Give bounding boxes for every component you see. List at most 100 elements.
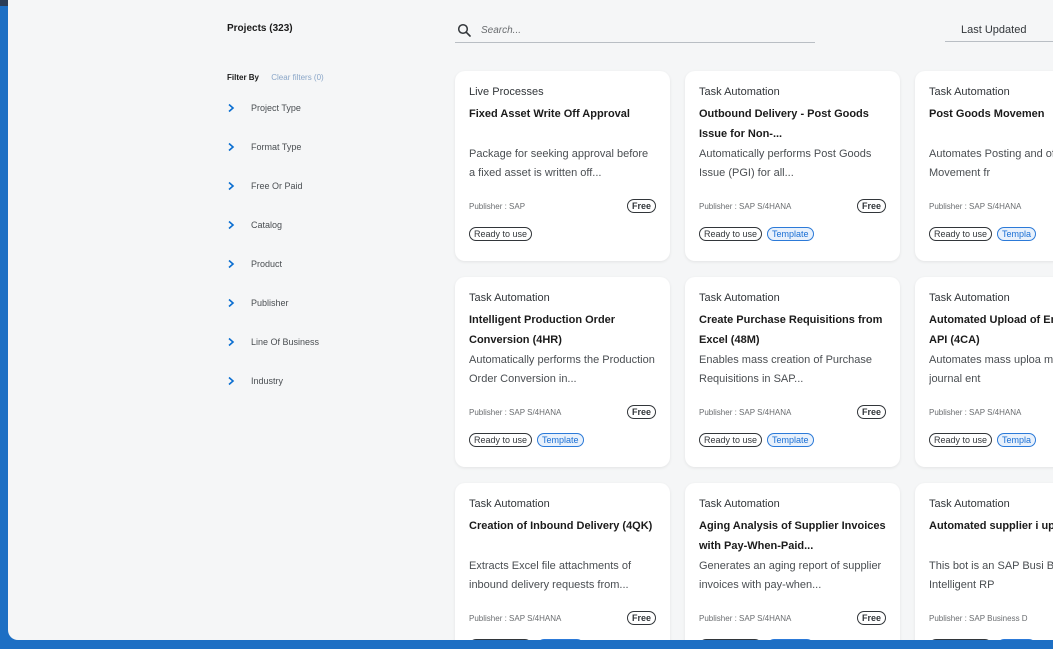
card-category: Task Automation <box>469 498 550 510</box>
card-publisher: Publisher : SAP S/4HANA <box>699 613 792 623</box>
filter-item[interactable]: Industry <box>227 373 283 389</box>
card-title: Fixed Asset Write Off Approval <box>469 108 630 120</box>
sort-select[interactable]: Last Updated <box>945 18 1053 42</box>
ready-to-use-badge: Ready to use <box>469 227 533 241</box>
card-title: Automated Upload of Entries via API (4CA… <box>929 314 1053 346</box>
filter-item[interactable]: Publisher <box>227 295 289 311</box>
template-badge: Template <box>537 433 584 447</box>
ready-to-use-badge: Ready to use <box>699 433 763 447</box>
card-tags: Ready to use Template <box>469 433 584 447</box>
filter-item[interactable]: Product <box>227 256 282 272</box>
filter-header: Filter By Clear filters (0) <box>227 73 324 82</box>
price-badge: Free <box>626 199 656 213</box>
card-publisher-row: Publisher : SAP S/4HANA Free <box>699 610 886 626</box>
card-publisher: Publisher : SAP <box>469 201 526 211</box>
card-tags: Ready to use Templa <box>929 227 1037 241</box>
filter-item-label: Industry <box>251 376 284 386</box>
search-input[interactable]: Search... <box>481 25 521 36</box>
filter-by-label: Filter By <box>227 73 260 82</box>
price-badge: Free <box>626 611 656 625</box>
card-category: Task Automation <box>699 86 780 98</box>
chevron-right-icon <box>228 259 235 269</box>
filter-item-label: Project Type <box>251 103 301 113</box>
price-badge: Free <box>626 405 656 419</box>
card-publisher-row: Publisher : SAP S/4HANA <box>929 198 1053 214</box>
filter-item-label: Publisher <box>251 298 289 308</box>
card-title: Outbound Delivery - Post Goods Issue for… <box>699 108 869 140</box>
chevron-right-icon <box>228 220 235 230</box>
card-publisher-row: Publisher : SAP Business D <box>929 610 1053 626</box>
card-description: Package for seeking approval before a fi… <box>469 148 649 179</box>
card-title: Intelligent Production Order Conversion … <box>469 314 616 346</box>
card-title: Automated supplier i upload (1R1) <box>929 520 1053 532</box>
template-badge: Template <box>767 433 814 447</box>
card-category: Task Automation <box>699 498 780 510</box>
project-card[interactable]: Task Automation Creation of Inbound Deliv… <box>455 483 670 640</box>
card-tags: Ready to use Template <box>699 227 814 241</box>
project-card[interactable]: Task Automation Intelligent Production Or… <box>455 277 670 467</box>
filter-item-label: Line Of Business <box>251 337 320 347</box>
price-badge: Free <box>856 199 886 213</box>
project-card[interactable]: Task Automation Outbound Delivery - Post … <box>685 71 900 261</box>
project-card[interactable]: Live Processes Fixed Asset Write Off Appr… <box>455 71 670 261</box>
card-publisher: Publisher : SAP S/4HANA <box>929 201 1022 211</box>
filter-item[interactable]: Free Or Paid <box>227 178 303 194</box>
card-description: Automates Posting and of Goods Movement … <box>929 148 1053 179</box>
search-icon <box>457 23 471 37</box>
filter-item[interactable]: Line Of Business <box>227 334 319 350</box>
card-publisher: Publisher : SAP S/4HANA <box>699 201 792 211</box>
chevron-right-icon <box>228 181 235 191</box>
bottom-strip <box>0 640 1053 649</box>
project-card[interactable]: Task Automation Create Purchase Requisiti… <box>685 277 900 467</box>
card-category: Task Automation <box>699 292 780 304</box>
filter-item-label: Format Type <box>251 142 302 152</box>
ready-to-use-badge: Ready to use <box>699 227 763 241</box>
price-badge: Free <box>856 611 886 625</box>
card-title: Creation of Inbound Delivery (4QK) <box>469 520 653 532</box>
filter-item-label: Catalog <box>251 220 283 230</box>
price-badge: Free <box>856 405 886 419</box>
card-publisher-row: Publisher : SAP S/4HANA Free <box>469 610 656 626</box>
card-publisher-row: Publisher : SAP S/4HANA <box>929 404 1053 420</box>
chevron-right-icon <box>228 103 235 113</box>
card-category: Task Automation <box>929 498 1010 510</box>
chevron-right-icon <box>228 337 235 347</box>
ready-to-use-badge: Ready to use <box>929 227 993 241</box>
card-publisher: Publisher : SAP S/4HANA <box>929 407 1022 417</box>
card-publisher: Publisher : SAP S/4HANA <box>469 613 562 623</box>
chevron-right-icon <box>228 142 235 152</box>
card-description: Automates mass uploa manual G/L journal … <box>929 354 1053 385</box>
card-title: Create Purchase Requisitions from Excel … <box>699 314 883 346</box>
card-description: This bot is an SAP Busi ByDesign Intelli… <box>929 560 1053 591</box>
card-description: Extracts Excel file attachments of inbou… <box>469 560 632 591</box>
filter-item[interactable]: Catalog <box>227 217 282 233</box>
template-badge: Templa <box>997 227 1037 241</box>
project-card[interactable]: Task Automation Post Goods Movemen Automat… <box>915 71 1053 261</box>
card-tags: Ready to use Templa <box>929 433 1037 447</box>
card-publisher: Publisher : SAP Business D <box>929 613 1028 623</box>
project-card[interactable]: Task Automation Automated supplier i uplo… <box>915 483 1053 640</box>
card-category: Live Processes <box>469 86 544 98</box>
template-badge: Templa <box>997 433 1037 447</box>
card-description: Enables mass creation of Purchase Requis… <box>699 354 873 385</box>
card-title: Post Goods Movemen <box>929 108 1045 120</box>
filter-sidebar: Projects (323) Filter By Clear filters (… <box>8 0 428 640</box>
app-frame: Projects (323) Filter By Clear filters (… <box>8 0 1053 640</box>
search-bar[interactable]: Search... <box>455 18 815 43</box>
ready-to-use-badge: Ready to use <box>929 433 993 447</box>
card-publisher-row: Publisher : SAP S/4HANA Free <box>699 404 886 420</box>
project-card[interactable]: Task Automation Aging Analysis of Supplie… <box>685 483 900 640</box>
clear-filters-link[interactable]: Clear filters (0) <box>271 73 323 82</box>
filter-item-label: Free Or Paid <box>251 181 303 191</box>
card-category: Task Automation <box>929 86 1010 98</box>
filter-item[interactable]: Format Type <box>227 139 301 155</box>
card-category: Task Automation <box>929 292 1010 304</box>
filter-item[interactable]: Project Type <box>227 100 301 116</box>
projects-count-title: Projects (323) <box>227 23 293 34</box>
card-description: Automatically performs the Production Or… <box>469 354 655 385</box>
chevron-right-icon <box>228 376 235 386</box>
card-tags: Ready to use <box>469 227 533 241</box>
project-card[interactable]: Task Automation Automated Upload of Entri… <box>915 277 1053 467</box>
card-publisher-row: Publisher : SAP S/4HANA Free <box>469 404 656 420</box>
card-publisher-row: Publisher : SAP S/4HANA Free <box>699 198 886 214</box>
